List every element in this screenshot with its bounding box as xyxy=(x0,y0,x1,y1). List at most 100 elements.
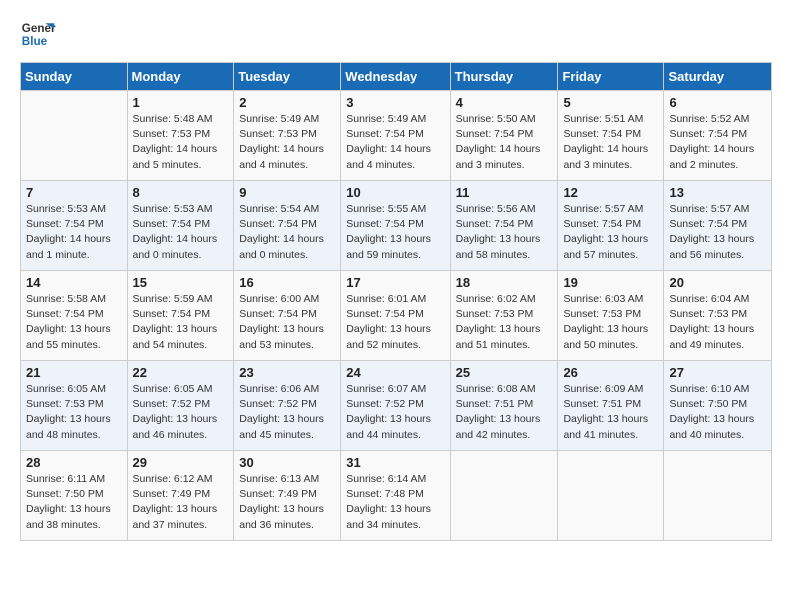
day-number: 20 xyxy=(669,275,766,290)
calendar-cell: 7 Sunrise: 5:53 AM Sunset: 7:54 PM Daylig… xyxy=(21,181,128,271)
calendar-cell: 30 Sunrise: 6:13 AM Sunset: 7:49 PM Dayli… xyxy=(234,451,341,541)
day-number: 18 xyxy=(456,275,553,290)
day-info: Sunrise: 5:55 AM Sunset: 7:54 PM Dayligh… xyxy=(346,202,444,263)
day-number: 14 xyxy=(26,275,122,290)
day-header-saturday: Saturday xyxy=(664,63,772,91)
calendar-cell: 24 Sunrise: 6:07 AM Sunset: 7:52 PM Dayli… xyxy=(341,361,450,451)
calendar-cell: 1 Sunrise: 5:48 AM Sunset: 7:53 PM Daylig… xyxy=(127,91,234,181)
day-number: 13 xyxy=(669,185,766,200)
day-header-friday: Friday xyxy=(558,63,664,91)
day-header-monday: Monday xyxy=(127,63,234,91)
day-info: Sunrise: 5:50 AM Sunset: 7:54 PM Dayligh… xyxy=(456,112,553,173)
day-number: 27 xyxy=(669,365,766,380)
page-header: General Blue xyxy=(20,16,772,52)
calendar-cell xyxy=(21,91,128,181)
calendar-cell: 2 Sunrise: 5:49 AM Sunset: 7:53 PM Daylig… xyxy=(234,91,341,181)
calendar-cell: 4Sunrise: 5:50 AM Sunset: 7:54 PM Daylig… xyxy=(450,91,558,181)
day-info: Sunrise: 6:11 AM Sunset: 7:50 PM Dayligh… xyxy=(26,472,122,533)
calendar-cell: 29 Sunrise: 6:12 AM Sunset: 7:49 PM Dayli… xyxy=(127,451,234,541)
day-info: Sunrise: 5:58 AM Sunset: 7:54 PM Dayligh… xyxy=(26,292,122,353)
calendar-cell: 17 Sunrise: 6:01 AM Sunset: 7:54 PM Dayli… xyxy=(341,271,450,361)
calendar-cell: 5 Sunrise: 5:51 AM Sunset: 7:54 PM Daylig… xyxy=(558,91,664,181)
day-number: 25 xyxy=(456,365,553,380)
calendar-cell: 16 Sunrise: 6:00 AM Sunset: 7:54 PM Dayli… xyxy=(234,271,341,361)
day-number: 5 xyxy=(563,95,658,110)
day-number: 24 xyxy=(346,365,444,380)
day-info: Sunrise: 6:02 AM Sunset: 7:53 PM Dayligh… xyxy=(456,292,553,353)
calendar-cell: 25 Sunrise: 6:08 AM Sunset: 7:51 PM Dayli… xyxy=(450,361,558,451)
calendar-cell: 19 Sunrise: 6:03 AM Sunset: 7:53 PM Dayli… xyxy=(558,271,664,361)
day-info: Sunrise: 6:04 AM Sunset: 7:53 PM Dayligh… xyxy=(669,292,766,353)
day-info: Sunrise: 5:57 AM Sunset: 7:54 PM Dayligh… xyxy=(563,202,658,263)
day-number: 31 xyxy=(346,455,444,470)
day-info: Sunrise: 6:09 AM Sunset: 7:51 PM Dayligh… xyxy=(563,382,658,443)
day-number: 10 xyxy=(346,185,444,200)
day-number: 23 xyxy=(239,365,335,380)
calendar-cell xyxy=(558,451,664,541)
day-info: Sunrise: 6:10 AM Sunset: 7:50 PM Dayligh… xyxy=(669,382,766,443)
day-info: Sunrise: 6:00 AM Sunset: 7:54 PM Dayligh… xyxy=(239,292,335,353)
day-info: Sunrise: 6:13 AM Sunset: 7:49 PM Dayligh… xyxy=(239,472,335,533)
calendar-cell: 15Sunrise: 5:59 AM Sunset: 7:54 PM Dayli… xyxy=(127,271,234,361)
day-number: 11 xyxy=(456,185,553,200)
day-info: Sunrise: 6:06 AM Sunset: 7:52 PM Dayligh… xyxy=(239,382,335,443)
day-number: 30 xyxy=(239,455,335,470)
day-info: Sunrise: 5:54 AM Sunset: 7:54 PM Dayligh… xyxy=(239,202,335,263)
svg-text:Blue: Blue xyxy=(22,35,48,48)
day-number: 2 xyxy=(239,95,335,110)
day-info: Sunrise: 5:48 AM Sunset: 7:53 PM Dayligh… xyxy=(133,112,229,173)
calendar-cell: 21 Sunrise: 6:05 AM Sunset: 7:53 PM Dayli… xyxy=(21,361,128,451)
day-info: Sunrise: 5:53 AM Sunset: 7:54 PM Dayligh… xyxy=(26,202,122,263)
day-info: Sunrise: 6:05 AM Sunset: 7:53 PM Dayligh… xyxy=(26,382,122,443)
calendar-cell: 8Sunrise: 5:53 AM Sunset: 7:54 PM Daylig… xyxy=(127,181,234,271)
calendar-cell xyxy=(664,451,772,541)
day-number: 22 xyxy=(133,365,229,380)
day-info: Sunrise: 6:01 AM Sunset: 7:54 PM Dayligh… xyxy=(346,292,444,353)
calendar-cell: 28 Sunrise: 6:11 AM Sunset: 7:50 PM Dayli… xyxy=(21,451,128,541)
day-number: 16 xyxy=(239,275,335,290)
day-info: Sunrise: 5:51 AM Sunset: 7:54 PM Dayligh… xyxy=(563,112,658,173)
day-number: 17 xyxy=(346,275,444,290)
calendar-cell: 27 Sunrise: 6:10 AM Sunset: 7:50 PM Dayli… xyxy=(664,361,772,451)
day-number: 6 xyxy=(669,95,766,110)
day-info: Sunrise: 6:14 AM Sunset: 7:48 PM Dayligh… xyxy=(346,472,444,533)
calendar-cell: 22Sunrise: 6:05 AM Sunset: 7:52 PM Dayli… xyxy=(127,361,234,451)
day-info: Sunrise: 5:57 AM Sunset: 7:54 PM Dayligh… xyxy=(669,202,766,263)
day-header-thursday: Thursday xyxy=(450,63,558,91)
day-info: Sunrise: 6:03 AM Sunset: 7:53 PM Dayligh… xyxy=(563,292,658,353)
day-number: 19 xyxy=(563,275,658,290)
calendar-cell: 14 Sunrise: 5:58 AM Sunset: 7:54 PM Dayli… xyxy=(21,271,128,361)
day-info: Sunrise: 5:49 AM Sunset: 7:54 PM Dayligh… xyxy=(346,112,444,173)
calendar-cell: 12 Sunrise: 5:57 AM Sunset: 7:54 PM Dayli… xyxy=(558,181,664,271)
day-number: 29 xyxy=(133,455,229,470)
day-number: 15 xyxy=(133,275,229,290)
calendar-cell: 20 Sunrise: 6:04 AM Sunset: 7:53 PM Dayli… xyxy=(664,271,772,361)
calendar-cell: 26 Sunrise: 6:09 AM Sunset: 7:51 PM Dayli… xyxy=(558,361,664,451)
day-number: 3 xyxy=(346,95,444,110)
calendar-cell: 10 Sunrise: 5:55 AM Sunset: 7:54 PM Dayli… xyxy=(341,181,450,271)
calendar-table: SundayMondayTuesdayWednesdayThursdayFrid… xyxy=(20,62,772,541)
day-info: Sunrise: 5:56 AM Sunset: 7:54 PM Dayligh… xyxy=(456,202,553,263)
day-info: Sunrise: 6:07 AM Sunset: 7:52 PM Dayligh… xyxy=(346,382,444,443)
day-number: 1 xyxy=(133,95,229,110)
day-number: 21 xyxy=(26,365,122,380)
day-number: 7 xyxy=(26,185,122,200)
day-number: 26 xyxy=(563,365,658,380)
day-header-wednesday: Wednesday xyxy=(341,63,450,91)
calendar-cell: 23 Sunrise: 6:06 AM Sunset: 7:52 PM Dayli… xyxy=(234,361,341,451)
day-info: Sunrise: 6:12 AM Sunset: 7:49 PM Dayligh… xyxy=(133,472,229,533)
calendar-cell: 11 Sunrise: 5:56 AM Sunset: 7:54 PM Dayli… xyxy=(450,181,558,271)
calendar-cell: 18 Sunrise: 6:02 AM Sunset: 7:53 PM Dayli… xyxy=(450,271,558,361)
calendar-cell: 3 Sunrise: 5:49 AM Sunset: 7:54 PM Daylig… xyxy=(341,91,450,181)
calendar-cell: 9Sunrise: 5:54 AM Sunset: 7:54 PM Daylig… xyxy=(234,181,341,271)
calendar-cell: 31 Sunrise: 6:14 AM Sunset: 7:48 PM Dayli… xyxy=(341,451,450,541)
day-header-tuesday: Tuesday xyxy=(234,63,341,91)
day-info: Sunrise: 5:49 AM Sunset: 7:53 PM Dayligh… xyxy=(239,112,335,173)
day-info: Sunrise: 5:52 AM Sunset: 7:54 PM Dayligh… xyxy=(669,112,766,173)
day-number: 12 xyxy=(563,185,658,200)
day-info: Sunrise: 6:08 AM Sunset: 7:51 PM Dayligh… xyxy=(456,382,553,443)
calendar-cell xyxy=(450,451,558,541)
day-number: 28 xyxy=(26,455,122,470)
calendar-cell: 6 Sunrise: 5:52 AM Sunset: 7:54 PM Daylig… xyxy=(664,91,772,181)
logo: General Blue xyxy=(20,16,56,52)
